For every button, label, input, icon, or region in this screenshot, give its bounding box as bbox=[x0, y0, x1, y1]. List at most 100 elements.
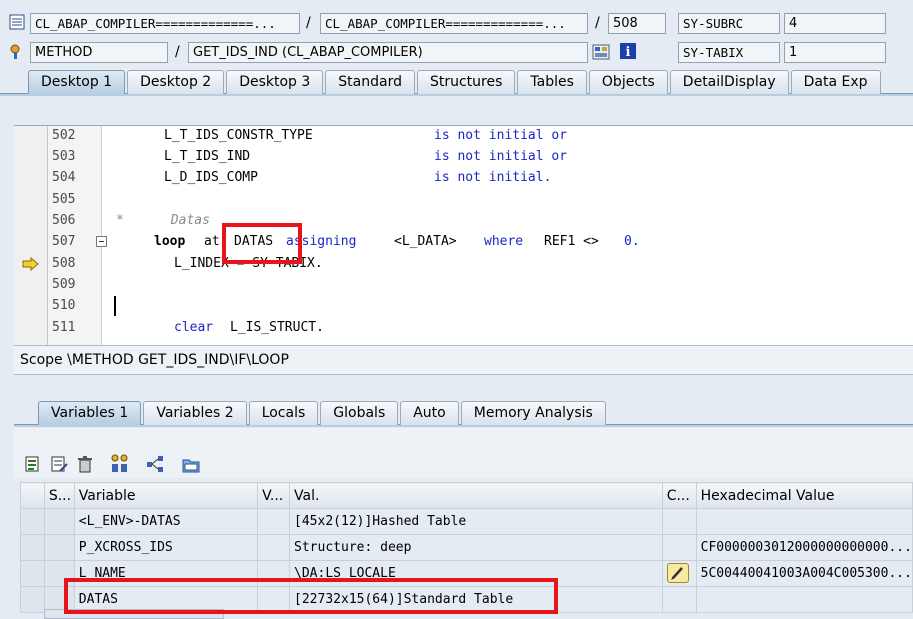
display-settings-icon[interactable] bbox=[592, 43, 610, 61]
text-cursor bbox=[114, 296, 116, 316]
line-number: 502 bbox=[52, 128, 76, 143]
hex-value-cell: CF0000003012000000000000... bbox=[695, 534, 913, 561]
code-keyword: is not initial or bbox=[434, 128, 568, 143]
change-cell bbox=[661, 586, 697, 613]
column-header-change[interactable]: C... bbox=[661, 482, 697, 509]
breakpoint-gutter[interactable] bbox=[14, 126, 48, 345]
tab-desktop-2[interactable]: Desktop 2 bbox=[127, 70, 225, 94]
tab-auto[interactable]: Auto bbox=[400, 401, 459, 425]
variable-name-cell[interactable]: P_XCROSS_IDS bbox=[73, 534, 259, 561]
status-cell bbox=[43, 508, 75, 535]
tab-structures[interactable]: Structures bbox=[416, 70, 516, 94]
row-selector-header[interactable] bbox=[20, 482, 45, 509]
current-line-arrow-icon bbox=[22, 256, 40, 275]
svg-text:i: i bbox=[626, 45, 631, 60]
line-number-field[interactable]: 508 bbox=[608, 13, 666, 34]
separator: / bbox=[595, 15, 600, 31]
change-cell bbox=[661, 508, 697, 535]
v-cell bbox=[257, 508, 291, 535]
column-header-value[interactable]: Val. bbox=[289, 482, 663, 509]
edit-variable-icon[interactable] bbox=[50, 455, 68, 473]
value-cell[interactable]: Structure: deep bbox=[289, 534, 663, 561]
method-icon bbox=[8, 42, 26, 60]
change-cell[interactable] bbox=[661, 560, 697, 587]
tab-variables-2[interactable]: Variables 2 bbox=[143, 401, 247, 425]
open-folder-icon[interactable] bbox=[182, 456, 200, 474]
separator: / bbox=[306, 15, 311, 31]
line-number: 504 bbox=[52, 170, 76, 185]
line-number: 507 bbox=[52, 234, 76, 249]
table-row[interactable]: P_XCROSS_IDS Structure: deep CF000000301… bbox=[20, 534, 913, 561]
tab-desktop-1[interactable]: Desktop 1 bbox=[28, 70, 126, 94]
code-field-symbol: <L_DATA> bbox=[394, 234, 457, 249]
line-number: 510 bbox=[52, 298, 76, 313]
source-code-editor[interactable]: 502 503 504 505 506 507 508 509 510 511 … bbox=[14, 125, 913, 345]
tab-variables-1[interactable]: Variables 1 bbox=[38, 401, 142, 425]
line-number: 508 bbox=[52, 256, 76, 271]
event-type-field[interactable]: METHOD bbox=[30, 42, 168, 63]
multi-select-icon[interactable] bbox=[110, 454, 128, 472]
line-number: 505 bbox=[52, 192, 76, 207]
code-comment: * Datas bbox=[116, 213, 210, 228]
variable-name-cell[interactable]: <L_ENV>-DATAS bbox=[73, 508, 259, 535]
table-header-row: S... Variable V... Val. C... Hexadecimal… bbox=[20, 482, 913, 509]
change-cell bbox=[661, 534, 697, 561]
include-field[interactable]: CL_ABAP_COMPILER=============... bbox=[320, 13, 588, 34]
table-row[interactable]: <L_ENV>-DATAS [45x2(12)]Hashed Table bbox=[20, 508, 913, 535]
sy-tabix-name-field[interactable]: SY-TABIX bbox=[678, 42, 780, 63]
tab-data-explorer[interactable]: Data Exp bbox=[790, 70, 881, 94]
code-keyword: is not initial. bbox=[434, 170, 552, 185]
v-cell bbox=[257, 534, 291, 561]
event-field[interactable]: GET_IDS_IND (CL_ABAP_COMPILER) bbox=[188, 42, 588, 63]
tab-desktop-3[interactable]: Desktop 3 bbox=[226, 70, 324, 94]
program-icon bbox=[8, 13, 26, 31]
highlight-box-datas bbox=[222, 223, 302, 264]
hex-value-cell bbox=[695, 586, 913, 613]
tab-globals[interactable]: Globals bbox=[320, 401, 399, 425]
row-selector[interactable] bbox=[20, 534, 45, 561]
tab-locals[interactable]: Locals bbox=[248, 401, 319, 425]
variables-toolbar bbox=[14, 428, 913, 478]
code-keyword-at: at bbox=[204, 234, 220, 249]
collapse-block-icon[interactable] bbox=[96, 236, 107, 247]
tab-tables[interactable]: Tables bbox=[517, 70, 587, 94]
details-icon[interactable] bbox=[24, 455, 42, 473]
code-keyword-clear: clear bbox=[174, 320, 214, 335]
hex-value-cell bbox=[695, 508, 913, 535]
pencil-icon[interactable] bbox=[666, 563, 689, 583]
sy-subrc-name-field[interactable]: SY-SUBRC bbox=[678, 13, 780, 34]
line-number: 511 bbox=[52, 320, 76, 335]
highlight-box-datas-row bbox=[64, 578, 558, 614]
tab-standard[interactable]: Standard bbox=[325, 70, 415, 94]
tab-memory-analysis[interactable]: Memory Analysis bbox=[460, 401, 606, 425]
code-keyword: is not initial or bbox=[434, 149, 568, 164]
row-selector[interactable] bbox=[20, 560, 45, 587]
row-selector[interactable] bbox=[20, 508, 45, 535]
sy-tabix-value-field[interactable]: 1 bbox=[784, 42, 886, 63]
column-header-hex-value[interactable]: Hexadecimal Value bbox=[695, 482, 913, 509]
program-field[interactable]: CL_ABAP_COMPILER=============... bbox=[30, 13, 300, 34]
code-keyword-where: where bbox=[484, 234, 524, 249]
code-text: 0. bbox=[624, 234, 640, 249]
delete-icon[interactable] bbox=[76, 455, 94, 473]
code-text: L_D_IDS_COMP bbox=[164, 170, 258, 185]
column-header-status[interactable]: S... bbox=[43, 482, 75, 509]
code-text: L_T_IDS_IND bbox=[164, 149, 251, 164]
code-text: L_T_IDS_CONSTR_TYPE bbox=[164, 128, 313, 143]
code-keyword-loop: loop bbox=[154, 234, 186, 249]
column-header-v[interactable]: V... bbox=[257, 482, 291, 509]
line-number: 509 bbox=[52, 277, 76, 292]
sy-subrc-value-field[interactable]: 4 bbox=[784, 13, 886, 34]
column-header-variable[interactable]: Variable bbox=[73, 482, 259, 509]
network-icon[interactable] bbox=[146, 455, 164, 473]
line-number: 503 bbox=[52, 149, 76, 164]
line-number: 506 bbox=[52, 213, 76, 228]
variable-tabs: Variables 1 Variables 2 Locals Globals A… bbox=[38, 401, 608, 425]
tab-objects[interactable]: Objects bbox=[588, 70, 668, 94]
row-selector[interactable] bbox=[20, 586, 45, 613]
status-cell bbox=[43, 534, 75, 561]
tab-detail-display[interactable]: DetailDisplay bbox=[669, 70, 789, 94]
hex-value-cell: 5C00440041003A004C005300... bbox=[695, 560, 913, 587]
value-cell[interactable]: [45x2(12)]Hashed Table bbox=[289, 508, 663, 535]
information-icon[interactable]: i bbox=[619, 42, 637, 60]
